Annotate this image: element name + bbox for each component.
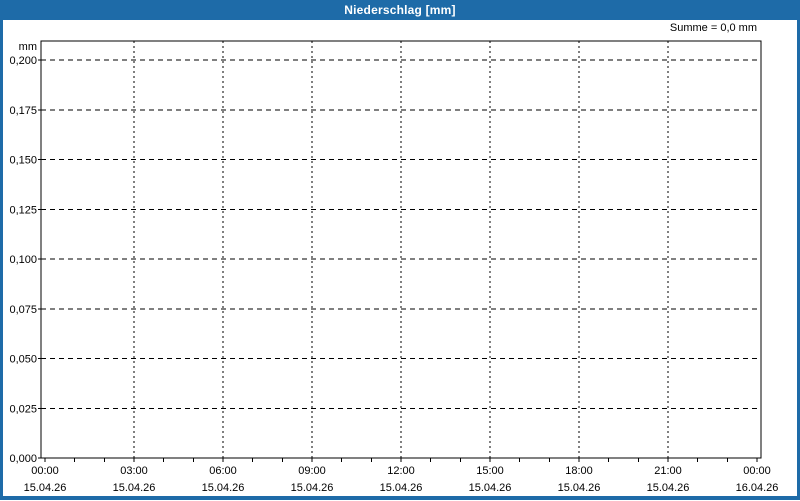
x-axis-time-label: 00:00 xyxy=(743,465,771,477)
y-axis-tick-label: 0,050 xyxy=(9,354,37,366)
window-title: Niederschlag [mm] xyxy=(344,3,456,17)
x-axis-time-label: 12:00 xyxy=(387,465,415,477)
chart-canvas[interactable]: 0,200 0,175 0,150 0,125 0,100 0,075 0,050 0,025… xyxy=(3,20,797,496)
summary-label: Summe = 0,0 mm xyxy=(669,22,757,34)
x-axis-time-label: 09:00 xyxy=(298,465,326,477)
window-title-bar[interactable]: Niederschlag [mm] xyxy=(0,0,800,20)
x-axis-date-label: 15.04.26 xyxy=(113,482,156,494)
y-axis-tick-label: 0,175 xyxy=(9,105,37,117)
x-axis-time-label: 21:00 xyxy=(654,465,682,477)
vertical-gridlines xyxy=(133,41,669,458)
y-axis-tick-label: 0,100 xyxy=(9,254,37,266)
y-axis-tick-label: 0,000 xyxy=(9,453,37,465)
y-axis-labels: 0,200 0,175 0,150 0,125 0,100 0,075 0,050 0,025… xyxy=(9,55,37,465)
x-axis-date-label: 15.04.26 xyxy=(558,482,601,494)
x-axis-date-label: 15.04.26 xyxy=(647,482,690,494)
y-axis-unit: mm xyxy=(19,41,37,53)
x-axis-date-label: 15.04.26 xyxy=(24,482,67,494)
x-axis-labels: 00:00 15.04.26 03:00 15.04.26 06:00 15.04.26 0… xyxy=(24,465,779,494)
x-axis-time-label: 15:00 xyxy=(476,465,504,477)
x-axis-time-label: 18:00 xyxy=(565,465,593,477)
x-axis-date-label: 15.04.26 xyxy=(469,482,512,494)
x-axis-time-label: 00:00 xyxy=(31,465,59,477)
y-axis-tick-label: 0,150 xyxy=(9,155,37,167)
y-axis-tick-label: 0,075 xyxy=(9,304,37,316)
x-axis-date-label: 15.04.26 xyxy=(202,482,245,494)
x-axis-time-label: 03:00 xyxy=(120,465,148,477)
x-axis-date-label: 15.04.26 xyxy=(380,482,423,494)
chart-panel: Summe = 0,0 mm 0,200 0,175 0,150 0,125 0,100… xyxy=(3,20,797,496)
app-window: Niederschlag [mm] Summe = 0,0 mm 0,200 0,… xyxy=(0,0,800,500)
y-axis-unit-label: mm xyxy=(19,41,37,53)
y-axis-tick-label: 0,125 xyxy=(9,204,37,216)
x-axis-time-label: 06:00 xyxy=(209,465,237,477)
plot-border xyxy=(40,40,762,459)
x-axis-date-label: 15.04.26 xyxy=(291,482,334,494)
x-axis-ticks xyxy=(44,458,758,462)
y-axis-tick-label: 0,025 xyxy=(9,403,37,415)
x-axis-date-label: 16.04.26 xyxy=(736,482,779,494)
y-axis-tick-label: 0,200 xyxy=(9,55,37,67)
